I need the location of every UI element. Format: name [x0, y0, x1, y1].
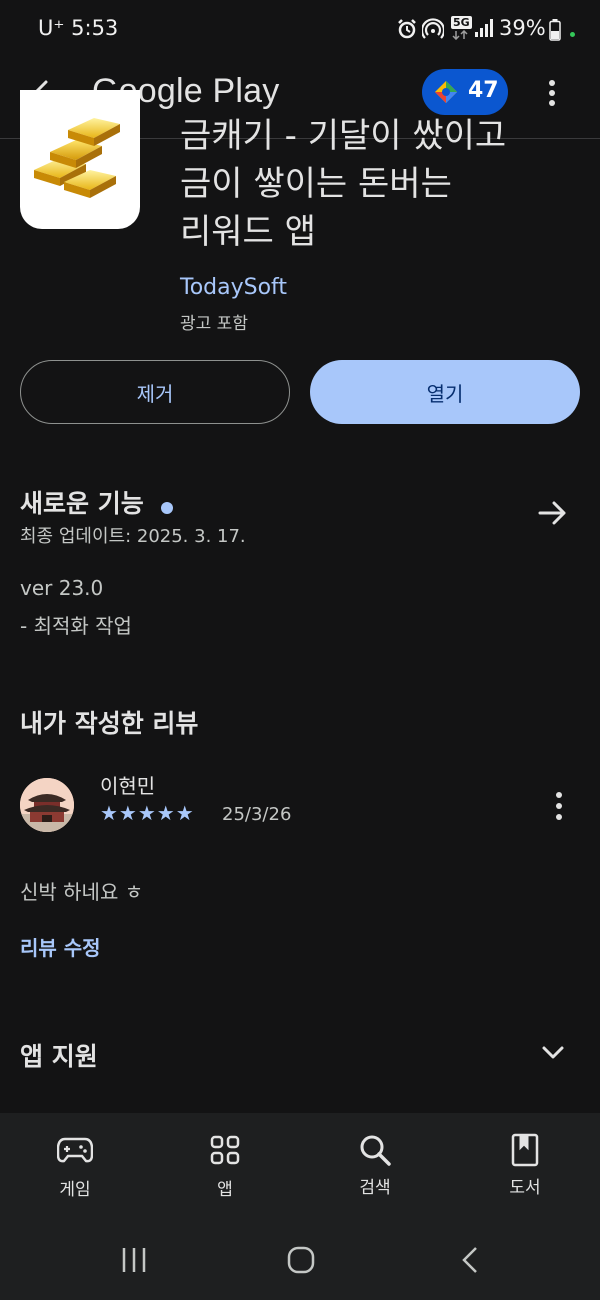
version-text: ver 23.0 [20, 576, 104, 600]
recent-apps-icon[interactable] [120, 1245, 148, 1275]
edit-review-link[interactable]: 리뷰 수정 [20, 932, 101, 961]
nav-apps[interactable]: 앱 [150, 1113, 300, 1223]
nav-books-label: 도서 [509, 1178, 541, 1198]
battery-icon [549, 19, 561, 41]
star-icons: ★★★★★ [100, 801, 195, 825]
review-more-icon[interactable] [549, 790, 569, 822]
home-icon[interactable] [286, 1245, 316, 1275]
apps-grid-icon [210, 1135, 240, 1165]
network-badge: 5G [451, 16, 472, 29]
my-review-title: 내가 작성한 리뷰 [20, 709, 199, 738]
arrow-forward-icon[interactable] [538, 498, 568, 528]
hotspot-icon [422, 18, 444, 39]
battery-percent: 39% [499, 16, 546, 40]
book-icon [511, 1133, 539, 1167]
nav-games[interactable]: 게임 [0, 1113, 150, 1223]
nav-search[interactable]: 검색 [300, 1113, 450, 1223]
update-note: - 최적화 작업 [20, 614, 132, 638]
star-rating: ★★★★★ [100, 801, 195, 825]
app-support-title[interactable]: 앱 지원 [20, 1037, 98, 1073]
search-icon [360, 1135, 391, 1166]
system-back-icon[interactable] [458, 1245, 482, 1275]
last-updated: 최종 업데이트: 2025. 3. 17. [20, 526, 246, 547]
developer-link[interactable]: TodaySoft [180, 275, 287, 300]
app-title-line-3: 리워드 앱 [180, 212, 316, 252]
open-button[interactable]: 열기 [310, 360, 580, 424]
nav-search-label: 검색 [359, 1178, 391, 1198]
carrier-time: U⁺ 5:53 [38, 16, 119, 40]
contains-ads-note: 광고 포함 [180, 314, 248, 334]
nav-games-label: 게임 [59, 1180, 91, 1200]
gamepad-icon [57, 1137, 93, 1163]
chevron-down-icon[interactable] [540, 1040, 566, 1066]
bottom-navigation: 게임 앱 검색 도서 [0, 1113, 600, 1300]
app-title-line-2: 금이 쌓이는 돈버는 [180, 164, 452, 204]
status-bar: U⁺ 5:53 5G 39% [0, 0, 600, 58]
nav-apps-label: 앱 [217, 1180, 233, 1200]
nav-books[interactable]: 도서 [450, 1113, 600, 1223]
alarm-icon [398, 19, 416, 39]
data-arrows-icon [452, 30, 468, 40]
new-indicator-dot [160, 501, 173, 514]
review-date: 25/3/26 [222, 804, 292, 825]
privacy-dot [570, 32, 575, 37]
reviewer-name: 이현민 [100, 774, 156, 798]
uninstall-button[interactable]: 제거 [20, 360, 290, 424]
whats-new-title: 새로운 기능 [20, 489, 144, 518]
whats-new-header[interactable]: 새로운 기능 [20, 484, 173, 520]
avatar [20, 778, 74, 832]
signal-icon [475, 19, 493, 37]
review-text: 신박 하네요 ㅎ [20, 880, 144, 904]
palace-avatar-icon [20, 778, 74, 832]
